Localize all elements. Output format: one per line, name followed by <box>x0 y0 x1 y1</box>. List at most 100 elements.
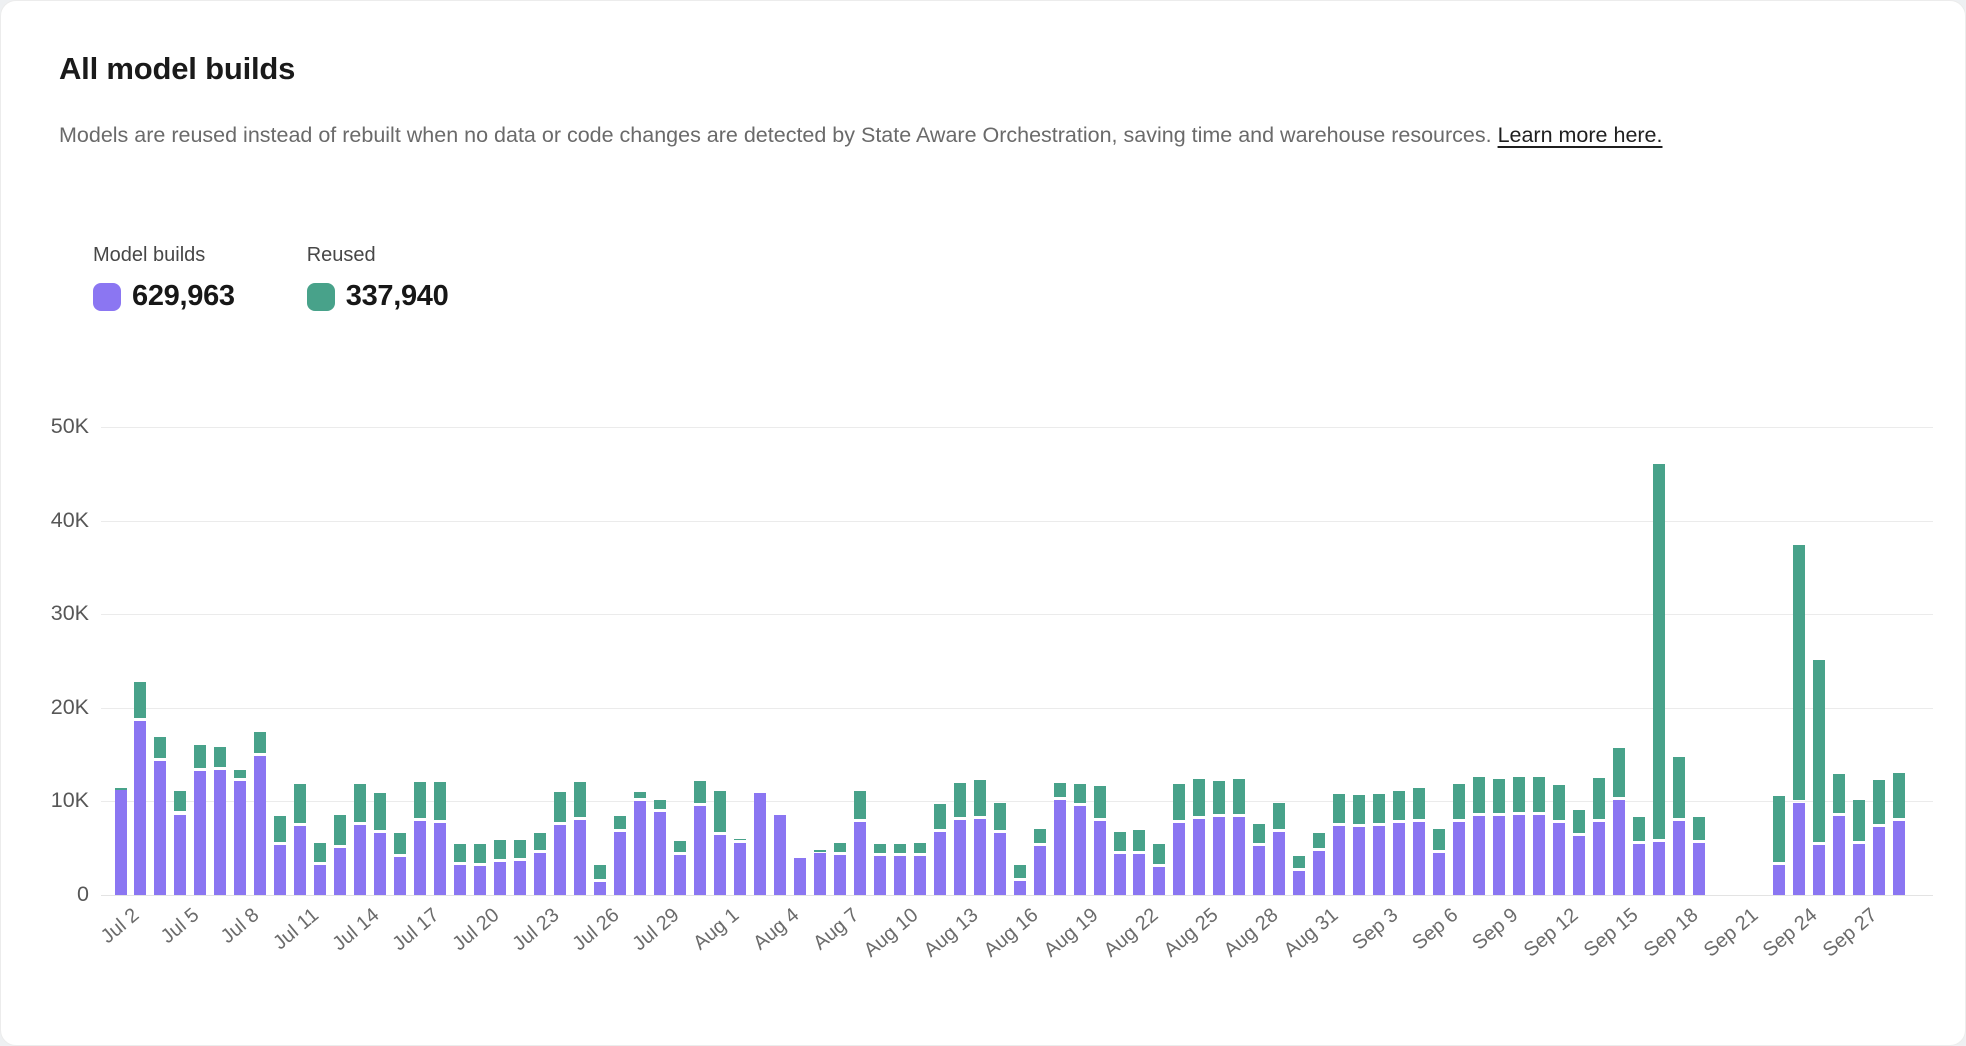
bar-model-builds-segment[interactable] <box>754 793 766 895</box>
bar-model-builds-segment[interactable] <box>134 721 146 895</box>
bar-model-builds-segment[interactable] <box>834 855 846 895</box>
bar-reused-segment[interactable] <box>934 804 946 829</box>
bar-model-builds-segment[interactable] <box>874 856 886 895</box>
bar-model-builds-segment[interactable] <box>394 857 406 895</box>
bar-reused-segment[interactable] <box>1613 748 1625 796</box>
bar-reused-segment[interactable] <box>115 788 127 790</box>
bar-reused-segment[interactable] <box>1673 757 1685 818</box>
bar-model-builds-segment[interactable] <box>154 761 166 895</box>
bar-model-builds-segment[interactable] <box>774 815 786 895</box>
bar-model-builds-segment[interactable] <box>1693 843 1705 895</box>
bar-model-builds-segment[interactable] <box>1613 800 1625 895</box>
bar-reused-segment[interactable] <box>354 784 366 822</box>
bar-model-builds-segment[interactable] <box>1313 851 1325 895</box>
bar-model-builds-segment[interactable] <box>554 825 566 895</box>
bar-reused-segment[interactable] <box>874 844 886 852</box>
bar-reused-segment[interactable] <box>374 793 386 830</box>
bar-reused-segment[interactable] <box>214 747 226 766</box>
bar-model-builds-segment[interactable] <box>674 855 686 895</box>
bar-model-builds-segment[interactable] <box>694 806 706 895</box>
bar-reused-segment[interactable] <box>1813 660 1825 842</box>
bar-model-builds-segment[interactable] <box>314 865 326 895</box>
bar-reused-segment[interactable] <box>234 770 246 778</box>
bar-reused-segment[interactable] <box>914 843 926 853</box>
bar-model-builds-segment[interactable] <box>1393 823 1405 895</box>
bar-reused-segment[interactable] <box>1074 784 1086 803</box>
bar-reused-segment[interactable] <box>1373 794 1385 823</box>
bar-model-builds-segment[interactable] <box>474 866 486 895</box>
bar-model-builds-segment[interactable] <box>1133 854 1145 895</box>
bar-model-builds-segment[interactable] <box>1513 815 1525 895</box>
bar-model-builds-segment[interactable] <box>434 823 446 895</box>
bar-reused-segment[interactable] <box>1353 795 1365 824</box>
bar-reused-segment[interactable] <box>1573 810 1585 833</box>
bar-reused-segment[interactable] <box>1133 830 1145 850</box>
bar-model-builds-segment[interactable] <box>1553 823 1565 895</box>
bar-reused-segment[interactable] <box>454 844 466 862</box>
bar-reused-segment[interactable] <box>1873 780 1885 824</box>
bar-reused-segment[interactable] <box>1333 794 1345 823</box>
bar-reused-segment[interactable] <box>314 843 326 862</box>
bar-model-builds-segment[interactable] <box>1473 816 1485 895</box>
bar-reused-segment[interactable] <box>1553 785 1565 820</box>
bar-reused-segment[interactable] <box>994 803 1006 830</box>
bar-model-builds-segment[interactable] <box>1793 803 1805 895</box>
bar-reused-segment[interactable] <box>1014 865 1026 878</box>
bar-model-builds-segment[interactable] <box>1873 827 1885 895</box>
bar-reused-segment[interactable] <box>1893 773 1905 818</box>
bar-reused-segment[interactable] <box>1413 788 1425 819</box>
bar-reused-segment[interactable] <box>554 792 566 822</box>
bar-model-builds-segment[interactable] <box>1813 845 1825 895</box>
bar-model-builds-segment[interactable] <box>894 856 906 895</box>
bar-model-builds-segment[interactable] <box>1333 826 1345 895</box>
bar-reused-segment[interactable] <box>174 791 186 811</box>
bar-model-builds-segment[interactable] <box>1653 842 1665 895</box>
bar-model-builds-segment[interactable] <box>214 770 226 895</box>
bar-reused-segment[interactable] <box>1153 844 1165 863</box>
bar-model-builds-segment[interactable] <box>1014 881 1026 895</box>
bar-reused-segment[interactable] <box>1173 784 1185 820</box>
bar-model-builds-segment[interactable] <box>1173 823 1185 895</box>
bar-model-builds-segment[interactable] <box>1893 821 1905 895</box>
bar-reused-segment[interactable] <box>1853 800 1865 841</box>
bar-reused-segment[interactable] <box>1793 545 1805 800</box>
bar-reused-segment[interactable] <box>1213 781 1225 815</box>
bar-model-builds-segment[interactable] <box>1074 806 1086 895</box>
bar-model-builds-segment[interactable] <box>254 756 266 895</box>
bar-reused-segment[interactable] <box>434 782 446 820</box>
bar-model-builds-segment[interactable] <box>354 825 366 895</box>
bar-reused-segment[interactable] <box>1773 796 1785 862</box>
bar-reused-segment[interactable] <box>194 745 206 767</box>
bar-model-builds-segment[interactable] <box>1353 827 1365 895</box>
bar-model-builds-segment[interactable] <box>234 781 246 895</box>
bar-model-builds-segment[interactable] <box>494 862 506 895</box>
bar-model-builds-segment[interactable] <box>1833 816 1845 895</box>
bar-model-builds-segment[interactable] <box>1593 822 1605 895</box>
bar-reused-segment[interactable] <box>1433 829 1445 850</box>
bar-model-builds-segment[interactable] <box>654 812 666 895</box>
bar-reused-segment[interactable] <box>1513 777 1525 812</box>
bar-reused-segment[interactable] <box>654 800 666 809</box>
bar-reused-segment[interactable] <box>1293 856 1305 868</box>
bar-model-builds-segment[interactable] <box>514 861 526 895</box>
bar-reused-segment[interactable] <box>894 844 906 852</box>
bar-reused-segment[interactable] <box>594 865 606 879</box>
bar-reused-segment[interactable] <box>334 815 346 846</box>
bar-model-builds-segment[interactable] <box>1413 822 1425 895</box>
bar-model-builds-segment[interactable] <box>1533 815 1545 895</box>
bar-reused-segment[interactable] <box>1473 777 1485 813</box>
bar-model-builds-segment[interactable] <box>174 815 186 895</box>
bar-model-builds-segment[interactable] <box>1253 846 1265 895</box>
bar-reused-segment[interactable] <box>394 833 406 853</box>
bar-reused-segment[interactable] <box>154 737 166 758</box>
bar-model-builds-segment[interactable] <box>994 833 1006 895</box>
bar-reused-segment[interactable] <box>814 850 826 852</box>
bar-model-builds-segment[interactable] <box>934 832 946 895</box>
bar-model-builds-segment[interactable] <box>1673 821 1685 895</box>
bar-reused-segment[interactable] <box>694 781 706 803</box>
bar-reused-segment[interactable] <box>1453 784 1465 819</box>
bar-model-builds-segment[interactable] <box>614 832 626 895</box>
bar-reused-segment[interactable] <box>1273 803 1285 829</box>
bar-reused-segment[interactable] <box>1593 778 1605 819</box>
bar-reused-segment[interactable] <box>834 843 846 852</box>
